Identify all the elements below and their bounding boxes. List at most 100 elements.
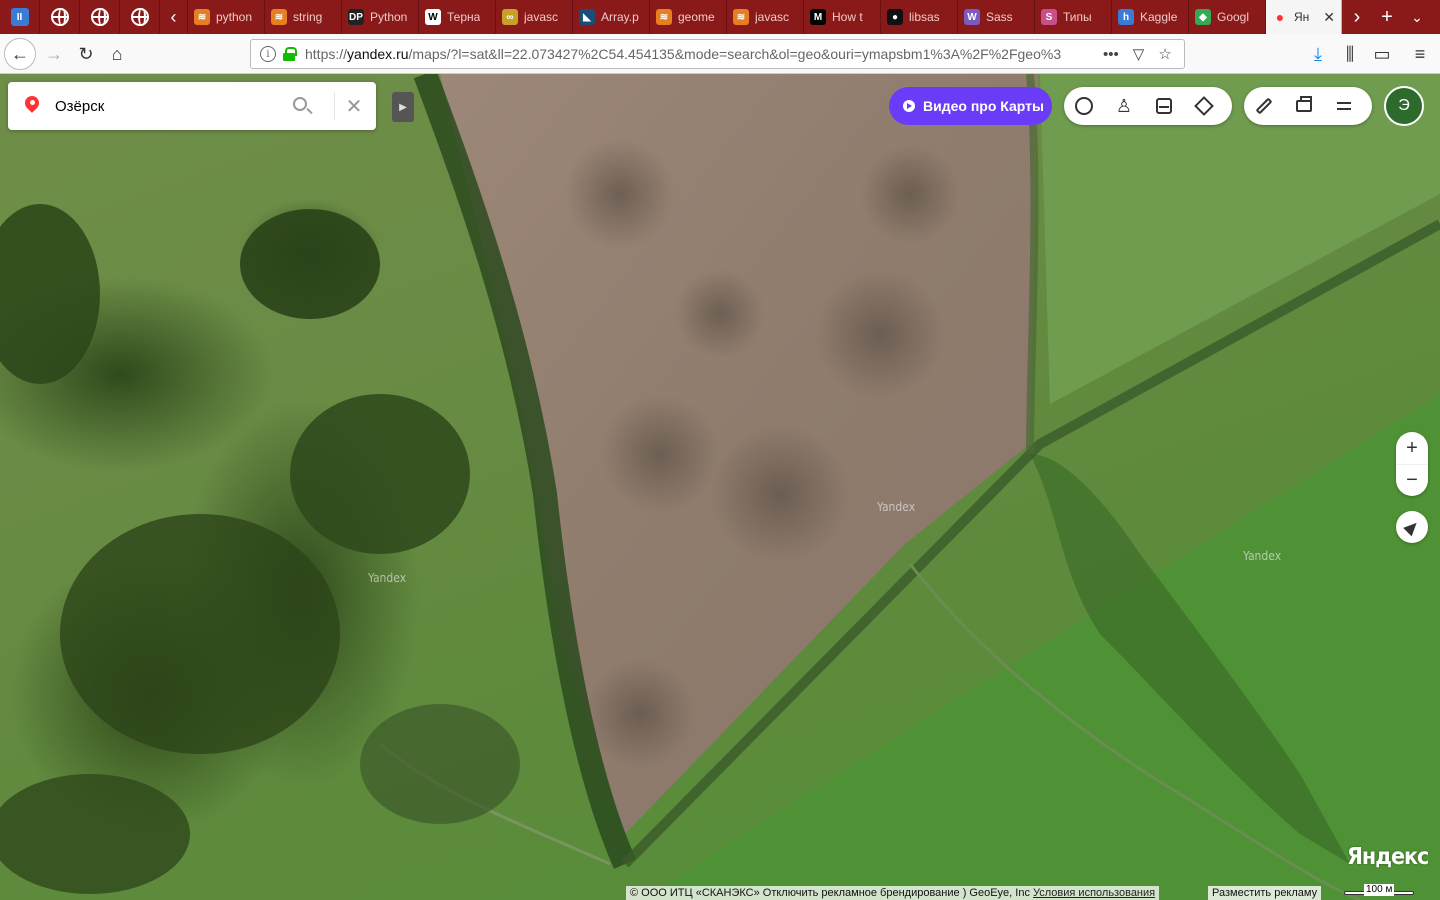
search-icon[interactable] [293, 97, 307, 111]
tab-favicon-icon: h [1118, 9, 1134, 25]
tab[interactable]: M How t [804, 0, 881, 34]
panorama-button[interactable] [1064, 87, 1104, 125]
layers-button[interactable] [1184, 87, 1224, 125]
tab[interactable]: h Kaggle [1112, 0, 1189, 34]
tab-favicon-icon: ● [887, 9, 903, 25]
play-icon [903, 100, 915, 112]
pinned-app-icon: II [10, 8, 29, 26]
tab[interactable]: ≋ javasc [727, 0, 804, 34]
pocket-icon[interactable]: ▽ [1133, 45, 1145, 63]
tab-favicon-icon: W [964, 9, 980, 25]
bookmark-star-icon[interactable]: ☆ [1158, 45, 1171, 63]
url-scheme: https:// [305, 46, 348, 62]
tab[interactable]: W Sass [958, 0, 1035, 34]
tab[interactable]: S Типы [1035, 0, 1112, 34]
scale-label: 100 м [1364, 884, 1395, 896]
pinned-tab-1[interactable]: II [0, 0, 40, 34]
tab-title: geome [678, 10, 715, 24]
url-host: yandex.ru [347, 46, 409, 62]
more-menu-button[interactable] [1324, 87, 1364, 125]
zoom-out-button[interactable]: − [1396, 464, 1428, 496]
search-box: ✕ [8, 82, 376, 130]
zoom-in-button[interactable]: + [1396, 432, 1428, 464]
expand-panel-button[interactable]: ▶ [392, 92, 414, 122]
pinned-tab-2[interactable] [40, 0, 80, 34]
reload-button[interactable]: ↻ [70, 38, 102, 70]
map-tools-group [1244, 87, 1372, 125]
tab[interactable]: W Терна [419, 0, 496, 34]
tab-title: How t [832, 10, 863, 24]
pinned-tab-3[interactable] [80, 0, 120, 34]
tab[interactable]: ≋ geome [650, 0, 727, 34]
address-bar[interactable]: i https://yandex.ru/maps/?l=sat&ll=22.07… [250, 39, 1185, 69]
tabs-scroll-left-button[interactable]: ‹ [160, 0, 188, 34]
tab-favicon-icon: W [425, 9, 441, 25]
tab[interactable]: DP Python [342, 0, 419, 34]
copyright-text: © ООО ИТЦ «СКАНЭКС» Отключить рекламное … [630, 887, 1030, 899]
close-tab-icon[interactable]: ✕ [1323, 9, 1335, 26]
library-icon[interactable]: ⫼ [1334, 38, 1366, 70]
street-view-button[interactable]: ♙ [1104, 87, 1144, 125]
tab-favicon-icon: ◆ [1195, 9, 1211, 25]
tab-favicon-icon: ≋ [733, 9, 749, 25]
ruler-icon [1255, 97, 1273, 115]
advertise-link[interactable]: Разместить рекламу [1208, 886, 1322, 900]
tab[interactable]: ● libsas [881, 0, 958, 34]
search-input[interactable] [55, 97, 255, 115]
url-text[interactable]: https://yandex.ru/maps/?l=sat&ll=22.0734… [305, 46, 1095, 62]
tab-active[interactable]: ● Ян ✕ [1266, 0, 1342, 34]
tab-favicon-icon: ◣ [579, 9, 595, 25]
person-icon: ♙ [1115, 95, 1133, 116]
bus-icon [1156, 98, 1172, 114]
tab[interactable]: ◣ Array.p [573, 0, 650, 34]
yandex-maps-favicon-icon: ● [1275, 9, 1285, 25]
tab-favicon-icon: S [1041, 9, 1057, 25]
pinned-tab-4[interactable] [120, 0, 160, 34]
site-info-icon[interactable]: i [260, 46, 276, 62]
menu-icon [1337, 102, 1351, 110]
tab-strip: II ‹ ≋ python ≋ string DP Python W Терна ∞ javasc… [0, 0, 1440, 34]
transport-button[interactable] [1144, 87, 1184, 125]
satellite-map[interactable]: Yandex Yandex Yandex ✕ ▶ Видео про Карты… [0, 74, 1440, 900]
navigation-toolbar: ← → ↻ ⌂ i https://yandex.ru/maps/?l=sat&… [0, 34, 1440, 74]
video-promo-label: Видео про Карты [923, 98, 1044, 114]
list-all-tabs-button[interactable]: ⌄ [1402, 0, 1432, 34]
new-tab-button[interactable]: + [1372, 0, 1402, 34]
app-menu-icon[interactable]: ≡ [1404, 38, 1436, 70]
url-path: /maps/?l=sat&ll=22.073427%2C54.454135&mo… [408, 46, 1062, 62]
ruler-button[interactable] [1244, 87, 1284, 125]
tabs-scroll-right-button[interactable]: › [1342, 0, 1372, 34]
tab-favicon-icon: M [810, 9, 826, 25]
terms-link[interactable]: Условия использования [1033, 887, 1155, 899]
panorama-icon [1075, 97, 1093, 115]
sidebar-icon[interactable]: ▭ [1366, 38, 1398, 70]
print-button[interactable] [1284, 87, 1324, 125]
forward-button[interactable]: → [38, 38, 70, 70]
map-layers-group: ♙ [1064, 87, 1232, 125]
tab-favicon-icon: ∞ [502, 9, 518, 25]
page-actions-icon[interactable]: ••• [1103, 46, 1119, 63]
tab-title: Python [370, 10, 408, 24]
tab-title: string [293, 10, 323, 24]
user-avatar[interactable]: Э [1384, 86, 1424, 126]
downloads-icon[interactable]: ⤓ [1302, 38, 1334, 70]
tab[interactable]: ≋ string [265, 0, 342, 34]
tab[interactable]: ◆ Googl [1189, 0, 1266, 34]
globe-icon [90, 8, 109, 26]
tab-title: Array.p [601, 10, 639, 24]
tab-favicon-icon: ≋ [194, 9, 210, 25]
home-button[interactable]: ⌂ [101, 38, 133, 70]
printer-icon [1296, 96, 1312, 112]
back-button[interactable]: ← [4, 38, 36, 70]
clear-search-icon[interactable]: ✕ [343, 95, 365, 118]
tab[interactable]: ≋ python [188, 0, 265, 34]
scale-ruler: 100 м [1344, 884, 1414, 898]
tab[interactable]: ∞ javasc [496, 0, 573, 34]
map-watermark: Yandex [877, 500, 916, 514]
tab-title: libsas [909, 10, 940, 24]
globe-icon [130, 8, 149, 26]
video-promo-button[interactable]: Видео про Карты [889, 87, 1052, 125]
geolocation-button[interactable] [1396, 511, 1428, 543]
map-watermark: Yandex [368, 571, 407, 585]
location-arrow-icon [1403, 518, 1421, 536]
